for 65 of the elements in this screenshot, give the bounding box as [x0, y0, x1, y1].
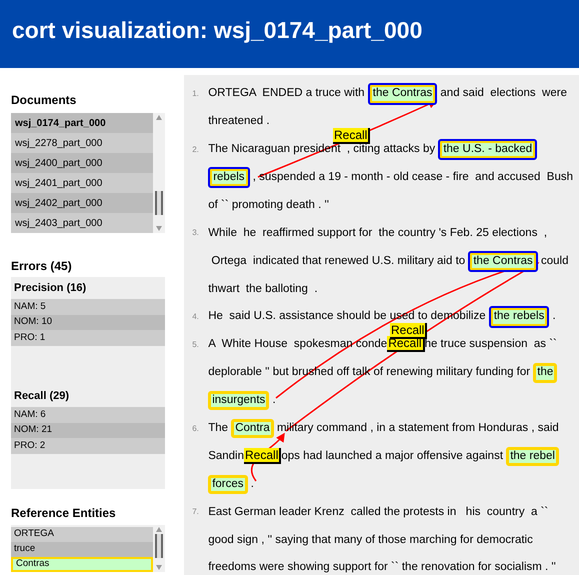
sentence-text: While he reaffirmed support for the country 's Feb. 25 elections ,	[208, 226, 548, 239]
recall-label: Recall	[390, 323, 428, 339]
sentence-text: freedoms were showing support for `` the renovation for socialism . ''	[208, 561, 556, 574]
document-item[interactable]: wsj_2402_part_000	[11, 193, 154, 213]
error-count[interactable]: NOM: 21	[11, 422, 166, 438]
scrollbar-thumb[interactable]	[155, 534, 164, 558]
error-count[interactable]: PRO: 2	[11, 438, 166, 454]
line-number: 3.	[192, 227, 200, 240]
line-number: 2.	[192, 144, 200, 156]
error-count[interactable]: NOM: 10	[11, 314, 166, 330]
sentence-text: East German leader Krenz called the protests in his country a ``	[208, 506, 548, 518]
section-title: Errors (45)	[11, 258, 73, 275]
sentence-text: thwart the balloting .	[208, 282, 318, 295]
sentence-text: he truce suspension as ``	[424, 338, 557, 350]
document-item[interactable]: wsj_0174_part_000	[11, 113, 154, 133]
sentence-text: good sign , '' saying that many of those marching for democratic	[208, 534, 533, 546]
recall-label: Recall	[333, 128, 370, 144]
scrollbar[interactable]	[153, 525, 166, 572]
sentence-text: .	[271, 394, 276, 406]
sentence-text: Sandin	[208, 450, 244, 462]
entity-item[interactable]: ORTEGA	[11, 527, 154, 542]
page-title: cort visualization: wsj_0174_part_000	[12, 16, 422, 45]
section-title: Reference Entities	[11, 505, 117, 522]
line-number: 6.	[192, 422, 200, 435]
sentence-text: A White House spokesman conde	[208, 338, 388, 350]
entity-item[interactable]: truce	[11, 542, 154, 557]
sentence-text: .	[552, 310, 556, 322]
group-title: Precision (16)	[13, 280, 88, 296]
sentence-text: threatened .	[208, 115, 270, 128]
document-item[interactable]: wsj_2401_part_000	[11, 173, 154, 193]
sentence-text: The	[208, 422, 230, 434]
entity-mention[interactable]: the Contras	[368, 83, 438, 105]
sentence-text: could	[540, 254, 568, 267]
entity-mention[interactable]: the	[533, 363, 558, 383]
sentence-text: ops had launched a major offensive against	[281, 450, 504, 462]
recall-label: Recall	[244, 448, 282, 464]
line-number: 7.	[192, 506, 200, 518]
error-count[interactable]: NAM: 5	[11, 299, 166, 314]
sentence-text: ORTEGA ENDED a truce with	[208, 87, 366, 100]
group-title: Recall (29)	[13, 388, 70, 404]
scrollbar[interactable]	[153, 113, 166, 233]
document-item[interactable]: wsj_2403_part_000	[11, 213, 154, 233]
sentence-text: Ortega indicated that renewed U.S. military aid to	[210, 254, 466, 267]
sentence-text: of `` promoting death . ''	[208, 198, 329, 211]
section-title: Documents	[11, 92, 78, 109]
scrollbar-thumb[interactable]	[155, 191, 164, 215]
sentence-text: and said elections were	[439, 87, 567, 100]
entity-mention[interactable]: the Contras	[468, 250, 538, 272]
entity-mention[interactable]: forces	[208, 474, 248, 494]
sentence-text: , suspended a 19 - month - old cease - fire and accused Bush	[252, 170, 573, 183]
entity-mention[interactable]: Contra	[231, 418, 274, 438]
document-item[interactable]: wsj_2278_part_000	[11, 133, 154, 153]
entity-mention[interactable]: rebels	[208, 166, 250, 188]
document-item[interactable]: wsj_2400_part_000	[11, 153, 154, 173]
entity-mention[interactable]: the rebel	[506, 446, 559, 466]
sentence-text: .	[250, 478, 254, 490]
line-number: 1.	[192, 88, 200, 100]
entity-mention[interactable]: the rebels	[488, 306, 550, 328]
entity-item[interactable]: Contras	[11, 557, 154, 572]
entity-mention[interactable]: the U.S. - backed	[438, 138, 538, 160]
line-number: 5.	[192, 338, 200, 351]
error-count[interactable]: PRO: 1	[11, 330, 166, 346]
line-number: 4.	[192, 311, 200, 324]
error-count[interactable]: NAM: 6	[11, 407, 166, 422]
entity-mention[interactable]: insurgents	[208, 390, 270, 410]
